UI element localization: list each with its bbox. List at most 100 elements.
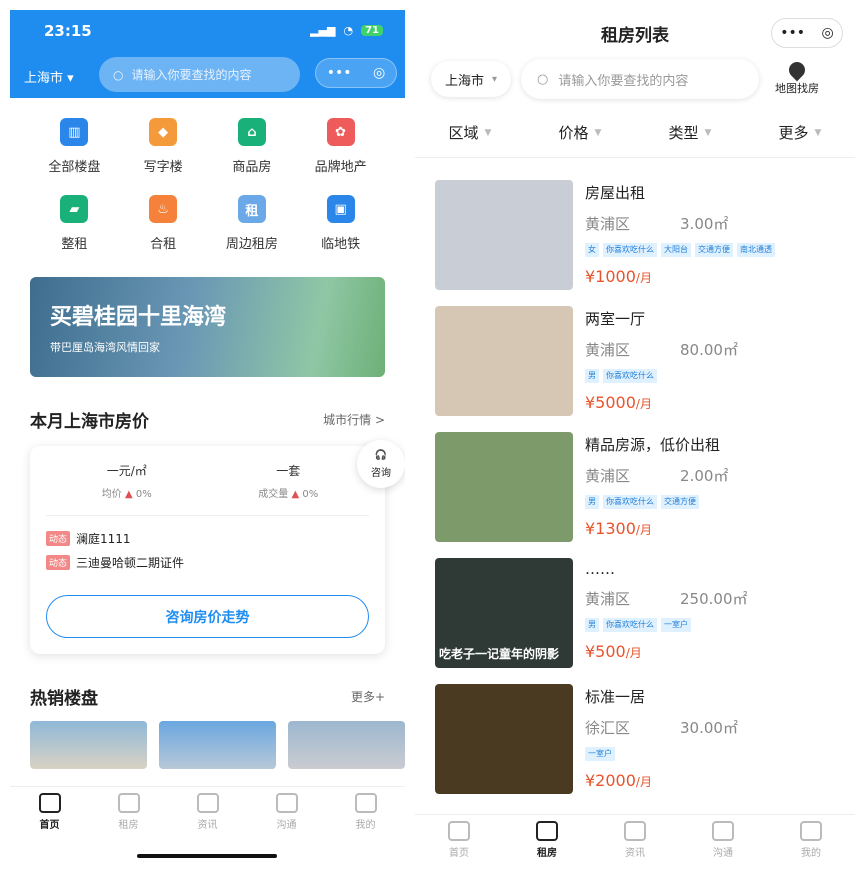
category-label: 品牌地产 <box>314 160 367 175</box>
search-input[interactable]: ○ 请输入你要查找的内容 <box>521 59 759 99</box>
caret-down-icon: ▼ <box>814 127 822 138</box>
hot-section-title: 热销楼盘 <box>30 689 98 709</box>
listing-info: 两室一厅 黄浦区 80.00㎡男你喜欢吃什么 ¥5000/月 <box>585 306 738 432</box>
status-time: 23:15 <box>44 22 92 40</box>
listing-item[interactable]: 标准一居 徐汇区 30.00㎡ 一室户 ¥2000/月 <box>435 684 855 810</box>
search-placeholder: 请输入你要查找的内容 <box>131 68 252 82</box>
category-item[interactable]: ▰ 整租 <box>30 195 119 252</box>
listing-area: 250.00㎡ <box>680 590 748 608</box>
map-search-button[interactable]: 地图找房 <box>775 58 819 96</box>
close-icon[interactable]: ◎ <box>822 25 834 41</box>
news-tag: 动态 <box>46 554 71 570</box>
tab-4[interactable]: 我的 <box>767 815 855 870</box>
listing-tag: 交通方便 <box>661 495 699 509</box>
tab-2[interactable]: 资讯 <box>591 815 679 870</box>
more-icon[interactable]: ••• <box>780 25 805 41</box>
avg-price-label: 均价 <box>101 488 122 500</box>
tab-label: 资讯 <box>197 820 218 831</box>
avg-price-value: 一元/㎡ <box>106 463 147 478</box>
hot-more-link[interactable]: 更多+ <box>351 688 385 705</box>
category-item[interactable]: ♨ 合租 <box>119 195 208 252</box>
category-icon: ✿ <box>326 118 355 146</box>
filter-3[interactable]: 更多 ▼ <box>745 108 855 157</box>
category-item[interactable]: ◆ 写字楼 <box>119 118 208 175</box>
volume-label: 成交量 <box>258 488 289 500</box>
category-label: 写字楼 <box>143 160 183 175</box>
filter-1[interactable]: 价格 ▼ <box>525 108 635 157</box>
avg-price-change: 0% <box>135 488 152 500</box>
category-item[interactable]: ▥ 全部楼盘 <box>30 118 119 175</box>
category-item[interactable]: ▣ 临地铁 <box>296 195 385 252</box>
price-stats: 一元/㎡ 均价 ▲ 0% 一套 成交量 ▲ 0% <box>46 446 369 516</box>
listing-item[interactable]: 吃老子一记童年的阴影 …… 黄浦区 250.00㎡男你喜欢吃什么 一室户 ¥500/月 <box>435 558 855 684</box>
more-icon[interactable]: ••• <box>327 65 352 81</box>
tab-label: 首页 <box>449 848 469 859</box>
listing-title: 两室一厅 <box>585 310 646 328</box>
listing-area: 80.00㎡ <box>680 341 738 359</box>
listing-title: 标准一居 <box>585 688 646 706</box>
listing-tag: 女 <box>585 243 599 257</box>
hot-listing-image[interactable] <box>159 721 276 769</box>
consult-price-button[interactable]: 咨询房价走势 <box>46 595 369 638</box>
tab-label: 我的 <box>801 848 821 859</box>
promo-banner[interactable]: 买碧桂园十里海湾 带巴厘岛海湾风情回家 <box>30 277 385 377</box>
listing-area: 2.00㎡ <box>680 467 729 485</box>
city-label: 上海市 <box>24 71 64 86</box>
listing-info: 房屋出租 黄浦区 3.00㎡女你喜欢吃什么 大阳台 交通方便 南北通透 ¥1000/月 <box>585 180 775 306</box>
tab-4[interactable]: 我的 <box>326 787 405 870</box>
status-bar: 23:15 ▂▄▆ ◔ 71 <box>10 22 405 42</box>
search-input[interactable]: ○ 请输入你要查找的内容 <box>99 57 300 92</box>
tab-icon <box>38 793 61 813</box>
tab-label: 沟通 <box>276 820 297 831</box>
listing-tags: 女你喜欢吃什么 大阳台 交通方便 南北通透 <box>585 243 775 257</box>
news-item[interactable]: 动态 澜庭1111 <box>46 526 369 550</box>
city-market-link[interactable]: 城市行情 > <box>323 411 385 428</box>
category-label: 整租 <box>61 237 88 252</box>
tab-icon <box>448 821 470 841</box>
banner-subtitle: 带巴厘岛海湾风情回家 <box>50 341 160 354</box>
category-item[interactable]: 租周边租房 <box>208 195 297 252</box>
listing-tag: 交通方便 <box>695 243 733 257</box>
tab-0[interactable]: 首页 <box>415 815 503 870</box>
signal-icon: ▂▄▆ <box>310 24 336 37</box>
tab-icon <box>354 793 377 813</box>
filter-0[interactable]: 区域 ▼ <box>415 108 525 157</box>
filter-label: 价格 <box>558 124 589 142</box>
close-icon[interactable]: ◎ <box>373 65 385 81</box>
listing-tag: 一室户 <box>661 618 691 632</box>
listing-tag: 你喜欢吃什么 <box>603 369 657 383</box>
listing-thumbnail <box>435 432 573 542</box>
listing-district: 黄浦区 <box>585 215 631 233</box>
tab-label: 资讯 <box>625 848 645 859</box>
listing-info: 标准一居 徐汇区 30.00㎡ 一室户 ¥2000/月 <box>585 684 738 810</box>
tab-1[interactable]: 租房 <box>503 815 591 870</box>
home-indicator <box>137 854 277 858</box>
consult-float-button[interactable]: 🎧 咨询 <box>357 440 405 488</box>
tab-icon <box>536 821 558 841</box>
headset-icon: 🎧 <box>374 449 388 461</box>
city-selector[interactable]: 上海市 ▾ <box>431 61 511 97</box>
hot-listing-image[interactable] <box>30 721 147 769</box>
listing-thumbnail <box>435 306 573 416</box>
listing-district: 徐汇区 <box>585 719 631 737</box>
news-item[interactable]: 动态 三迪曼哈顿二期证件 <box>46 550 369 574</box>
price-unit: /月 <box>625 646 642 660</box>
filter-2[interactable]: 类型 ▼ <box>635 108 745 157</box>
price-unit: /月 <box>635 271 652 285</box>
listing-item[interactable]: 精品房源，低价出租 黄浦区 2.00㎡男你喜欢吃什么 交通方便 ¥1300/月 <box>435 432 855 558</box>
tab-label: 租房 <box>118 820 139 831</box>
listing-title: 房屋出租 <box>585 184 646 202</box>
city-selector[interactable]: 上海市 ▾ <box>24 67 74 86</box>
listing-district: 黄浦区 <box>585 590 631 608</box>
listing-meta: 黄浦区 2.00㎡ <box>585 465 728 486</box>
category-item[interactable]: ⌂ 商品房 <box>208 118 297 175</box>
tab-3[interactable]: 沟通 <box>679 815 767 870</box>
hot-listing-image[interactable] <box>288 721 405 769</box>
listing-price: ¥1300/月 <box>585 519 728 538</box>
caret-down-icon: ▼ <box>594 127 602 138</box>
listing-item[interactable]: 两室一厅 黄浦区 80.00㎡男你喜欢吃什么 ¥5000/月 <box>435 306 855 432</box>
listing-meta: 黄浦区 3.00㎡ <box>585 213 775 234</box>
tab-0[interactable]: 首页 <box>10 787 89 870</box>
category-item[interactable]: ✿ 品牌地产 <box>296 118 385 175</box>
listing-item[interactable]: 房屋出租 黄浦区 3.00㎡女你喜欢吃什么 大阳台 交通方便 南北通透 ¥1000/月 <box>435 180 855 306</box>
